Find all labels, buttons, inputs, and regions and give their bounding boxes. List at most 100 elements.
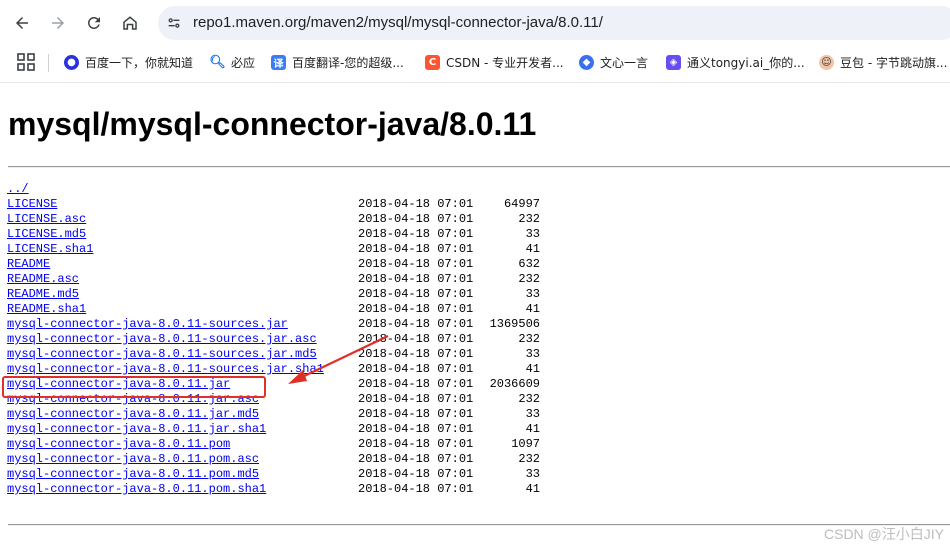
file-date: 2018-04-18 07:01	[358, 422, 474, 436]
csdn-icon: C	[425, 54, 440, 70]
bookmark-label: 百度翻译-您的超级...	[292, 55, 404, 70]
bottom-divider	[8, 524, 950, 526]
file-link[interactable]: LICENSE.md5	[7, 227, 86, 242]
file-date: 2018-04-18 07:01	[358, 452, 474, 466]
table-row: mysql-connector-java-8.0.11.jar.sha1 2018…	[7, 422, 567, 437]
file-link[interactable]: README.asc	[7, 272, 79, 287]
file-link[interactable]: README.md5	[7, 287, 79, 302]
file-size: 33	[525, 407, 540, 421]
file-link[interactable]: mysql-connector-java-8.0.11-sources.jar	[7, 317, 288, 332]
table-row: mysql-connector-java-8.0.11-sources.jar 2…	[7, 317, 567, 332]
file-link[interactable]: mysql-connector-java-8.0.11.jar.md5	[7, 407, 259, 422]
parent-directory-link[interactable]: ../	[7, 182, 29, 197]
file-size: 41	[525, 422, 540, 436]
file-link[interactable]: mysql-connector-java-8.0.11.pom.sha1	[7, 482, 266, 497]
table-row: LICENSE.asc 2018-04-18 07:01 232	[7, 212, 567, 227]
list-item: ../	[7, 182, 567, 197]
file-link[interactable]: LICENSE	[7, 197, 57, 212]
address-text[interactable]: repo1.maven.org/maven2/mysql/mysql-conne…	[193, 14, 603, 31]
table-row: mysql-connector-java-8.0.11.jar.md5 2018-…	[7, 407, 567, 422]
file-link[interactable]: mysql-connector-java-8.0.11.pom.asc	[7, 452, 259, 467]
site-settings-icon[interactable]	[164, 13, 184, 33]
bookmark-label: 豆包 - 字节跳动旗...	[840, 55, 948, 70]
file-link[interactable]: README.sha1	[7, 302, 86, 317]
file-link[interactable]: LICENSE.sha1	[7, 242, 93, 257]
home-button[interactable]	[116, 9, 144, 37]
arrow-right-icon	[52, 17, 64, 29]
bookmark-tongyi[interactable]: ◈ 通义tongyi.ai_你的...	[666, 52, 805, 72]
file-size: 41	[525, 302, 540, 316]
table-row: mysql-connector-java-8.0.11.pom 2018-04-1…	[7, 437, 567, 452]
table-row: mysql-connector-java-8.0.11.pom.md5 2018-…	[7, 467, 567, 482]
top-divider	[8, 166, 950, 168]
wenxin-icon: ◆	[579, 54, 594, 70]
file-date: 2018-04-18 07:01	[358, 347, 474, 361]
bookmark-bing[interactable]: 🔍︎ 必应	[209, 52, 256, 72]
baidu-paw-icon: ●	[64, 54, 79, 70]
file-date: 2018-04-18 07:01	[358, 227, 474, 241]
table-row: mysql-connector-java-8.0.11-sources.jar.…	[7, 332, 567, 347]
reload-icon	[87, 16, 100, 29]
file-date: 2018-04-18 07:01	[358, 197, 474, 211]
file-link[interactable]: LICENSE.asc	[7, 212, 86, 227]
browser-chrome: repo1.maven.org/maven2/mysql/mysql-conne…	[0, 0, 950, 83]
file-link[interactable]: mysql-connector-java-8.0.11.jar.sha1	[7, 422, 266, 437]
bookmark-wenxin[interactable]: ◆ 文心一言	[579, 52, 648, 72]
file-size: 33	[525, 347, 540, 361]
page-title: mysql/mysql-connector-java/8.0.11	[8, 106, 537, 142]
file-date: 2018-04-18 07:01	[358, 242, 474, 256]
table-row: LICENSE.sha1 2018-04-18 07:01 41	[7, 242, 567, 257]
file-size: 33	[525, 287, 540, 301]
bookmark-baidu-translate[interactable]: 译 百度翻译-您的超级...	[271, 52, 404, 72]
file-date: 2018-04-18 07:01	[358, 257, 474, 271]
bookmark-label: CSDN - 专业开发者...	[446, 55, 564, 70]
file-date: 2018-04-18 07:01	[358, 482, 474, 496]
doubao-icon: ☺	[819, 54, 834, 70]
toolbar: repo1.maven.org/maven2/mysql/mysql-conne…	[0, 0, 950, 46]
bookmark-csdn[interactable]: C CSDN - 专业开发者...	[425, 52, 564, 72]
address-bar[interactable]: repo1.maven.org/maven2/mysql/mysql-conne…	[158, 6, 950, 40]
file-link[interactable]: mysql-connector-java-8.0.11.pom.md5	[7, 467, 259, 482]
file-link[interactable]: mysql-connector-java-8.0.11-sources.jar.…	[7, 362, 324, 377]
file-size: 1369506	[489, 317, 540, 331]
file-date: 2018-04-18 07:01	[358, 362, 474, 376]
home-icon	[123, 16, 137, 30]
bookmark-baidu[interactable]: ● 百度一下，你就知道	[64, 52, 193, 72]
bookmark-label: 必应	[231, 55, 256, 70]
arrow-left-icon	[16, 17, 28, 29]
watermark: CSDN @汪小白JIY	[824, 526, 944, 542]
file-listing: ../ LICENSE 2018-04-18 07:01 64997 LICENSE.…	[7, 182, 567, 497]
file-date: 2018-04-18 07:01	[358, 467, 474, 481]
table-row: mysql-connector-java-8.0.11.pom.sha1 2018…	[7, 482, 567, 497]
apps-grid-icon[interactable]	[17, 53, 35, 71]
file-size: 41	[525, 482, 540, 496]
file-date: 2018-04-18 07:01	[358, 287, 474, 301]
forward-button[interactable]	[44, 9, 72, 37]
file-link[interactable]: mysql-connector-java-8.0.11-sources.jar.…	[7, 347, 317, 362]
bookmark-doubao[interactable]: ☺ 豆包 - 字节跳动旗...	[819, 52, 947, 72]
file-size: 232	[518, 332, 540, 346]
file-date: 2018-04-18 07:01	[358, 332, 474, 346]
back-button[interactable]	[8, 9, 36, 37]
table-row: LICENSE 2018-04-18 07:01 64997	[7, 197, 567, 212]
file-date: 2018-04-18 07:01	[358, 272, 474, 286]
table-row: LICENSE.md5 2018-04-18 07:01 33	[7, 227, 567, 242]
table-row: mysql-connector-java-8.0.11-sources.jar.…	[7, 362, 567, 377]
file-date: 2018-04-18 07:01	[358, 317, 474, 331]
table-row: mysql-connector-java-8.0.11-sources.jar.…	[7, 347, 567, 362]
file-link[interactable]: mysql-connector-java-8.0.11-sources.jar.…	[7, 332, 317, 347]
table-row: README.asc 2018-04-18 07:01 232	[7, 272, 567, 287]
bookmark-label: 通义tongyi.ai_你的...	[687, 55, 805, 70]
file-date: 2018-04-18 07:01	[358, 302, 474, 316]
tongyi-icon: ◈	[666, 54, 681, 70]
bookmarks-separator	[48, 54, 49, 72]
file-size: 232	[518, 392, 540, 406]
file-date: 2018-04-18 07:01	[358, 212, 474, 226]
table-row: mysql-connector-java-8.0.11.pom.asc 2018-…	[7, 452, 567, 467]
file-link[interactable]: README	[7, 257, 50, 272]
file-link[interactable]: mysql-connector-java-8.0.11.pom	[7, 437, 230, 452]
file-size: 33	[525, 467, 540, 481]
file-size: 41	[525, 362, 540, 376]
reload-button[interactable]	[80, 9, 108, 37]
file-size: 232	[518, 452, 540, 466]
